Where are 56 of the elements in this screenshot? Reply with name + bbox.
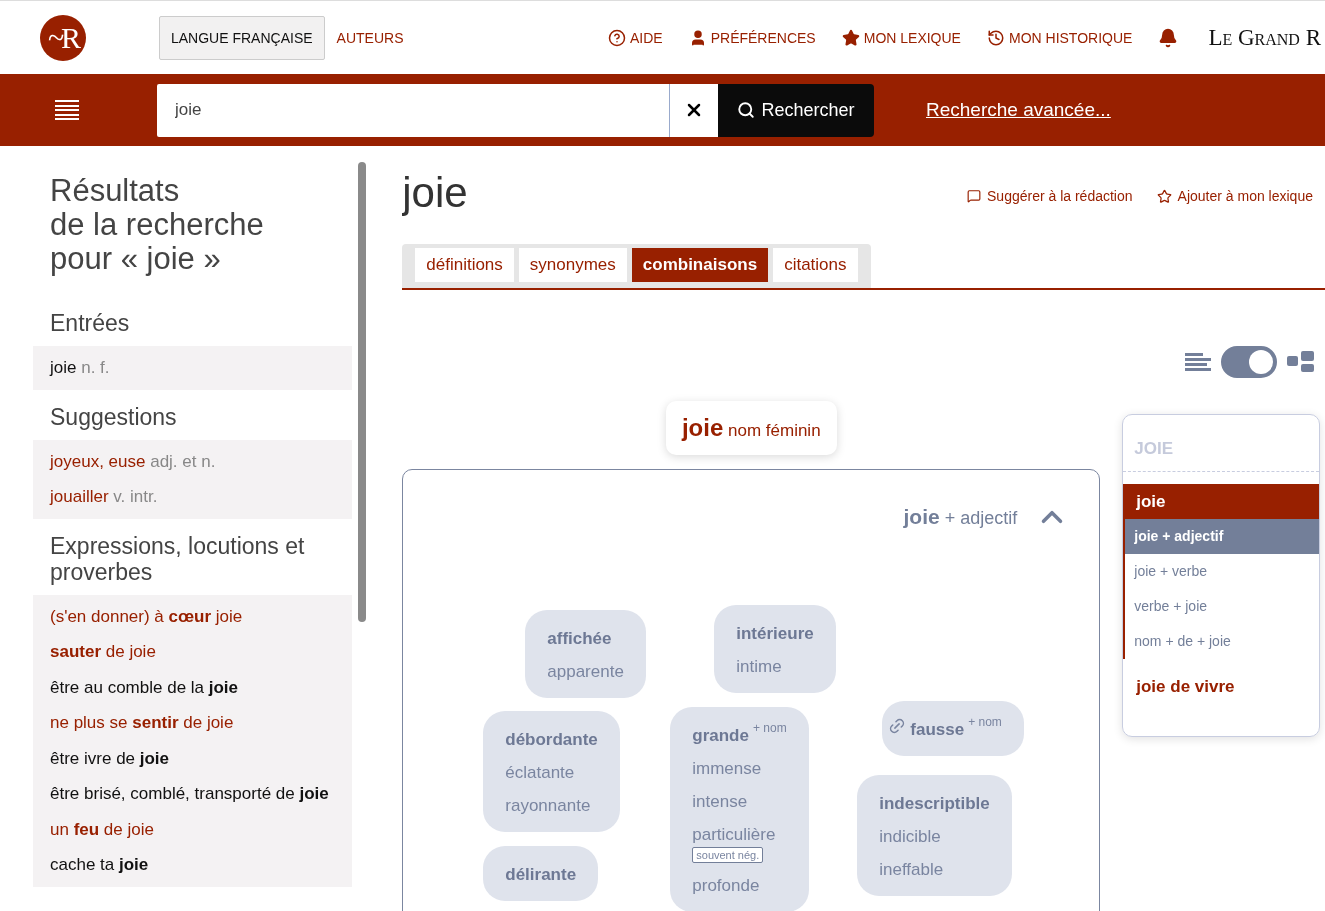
result-link[interactable]: être brisé, comblé, transporté de joie	[33, 776, 353, 812]
header-link[interactable]: PRÉFÉRENCES	[688, 28, 816, 47]
note-label: + nom	[968, 715, 1002, 729]
result-link[interactable]: joie n. f.	[33, 350, 353, 386]
nav-item[interactable]: joie + adjectif	[1125, 519, 1320, 554]
entry-tab[interactable]: définitions	[415, 248, 514, 282]
entry-action-link[interactable]: Ajouter à mon lexique	[1156, 188, 1313, 204]
result-link[interactable]: un feu de joie	[33, 811, 353, 847]
nav-item[interactable]: nom + de + joie	[1125, 624, 1320, 659]
entry-tab[interactable]: citations	[773, 248, 858, 282]
nav-entry[interactable]: joie de vivre	[1125, 669, 1320, 704]
help-icon	[608, 28, 626, 47]
group-title: joie + adjectif	[903, 505, 1018, 529]
tiles-view-icon[interactable]	[1287, 351, 1315, 373]
clear-button[interactable]	[669, 83, 718, 137]
entry-action-link[interactable]: Suggérer à la rédaction	[967, 188, 1133, 204]
header-link[interactable]: MON HISTORIQUE	[986, 28, 1133, 47]
logo[interactable]: ~R	[40, 14, 86, 61]
nav-title: JOIE	[1123, 415, 1320, 472]
star-icon	[1156, 188, 1172, 204]
advanced-search-link[interactable]: Recherche avancée...	[926, 99, 1111, 121]
section-heading: Suggestions	[49, 403, 178, 430]
brand-name[interactable]: Le Grand R	[1208, 24, 1325, 51]
result-link[interactable]: sauter de joie	[33, 634, 353, 670]
result-link[interactable]: (s'en donner) à cœur joie	[33, 598, 353, 634]
section-heading: Expressions, locutions et proverbes	[49, 532, 306, 585]
nav-item[interactable]: joie + verbe	[1125, 554, 1320, 589]
star-icon	[841, 28, 860, 47]
menu-button[interactable]	[55, 100, 79, 120]
comment-icon	[967, 189, 981, 203]
result-link[interactable]: ne plus se sentir de joie	[33, 705, 353, 741]
header-tab[interactable]: LANGUE FRANÇAISE	[159, 15, 325, 60]
header-tab[interactable]: AUTEURS	[324, 15, 416, 60]
entry-tab[interactable]: synonymes	[518, 248, 627, 282]
search-field[interactable]: joie	[157, 83, 669, 137]
result-link[interactable]: cache ta joie	[33, 847, 353, 883]
view-toggle[interactable]	[1221, 346, 1277, 378]
usage-tag: souvent nég.	[692, 847, 764, 863]
section-heading: Entrées	[49, 310, 131, 336]
result-link[interactable]: être au comble de la joie	[33, 669, 353, 705]
entry-tab[interactable]: combinaisons	[631, 248, 769, 282]
result-link[interactable]: joyeux, euse adj. et n.	[33, 443, 353, 479]
nav-entry[interactable]: joie	[1125, 484, 1320, 519]
header-link[interactable]: AIDE	[608, 28, 663, 47]
search-button[interactable]: Rechercher	[718, 83, 874, 137]
note-label: + nom	[752, 721, 787, 735]
list-view-icon[interactable]	[1185, 352, 1211, 372]
result-link[interactable]: être ivre de joie	[33, 740, 353, 776]
entry-node: joie nom féminin	[665, 401, 837, 455]
results-title: Résultats de la recherche pour « joie »	[50, 174, 265, 276]
header-link[interactable]: MON LEXIQUE	[841, 28, 961, 47]
search-icon	[737, 101, 756, 119]
result-link[interactable]: jouailler v. intr.	[33, 479, 353, 515]
nav-item[interactable]: verbe + joie	[1125, 589, 1320, 624]
bell-icon[interactable]	[1158, 27, 1179, 48]
history-icon	[986, 28, 1005, 47]
